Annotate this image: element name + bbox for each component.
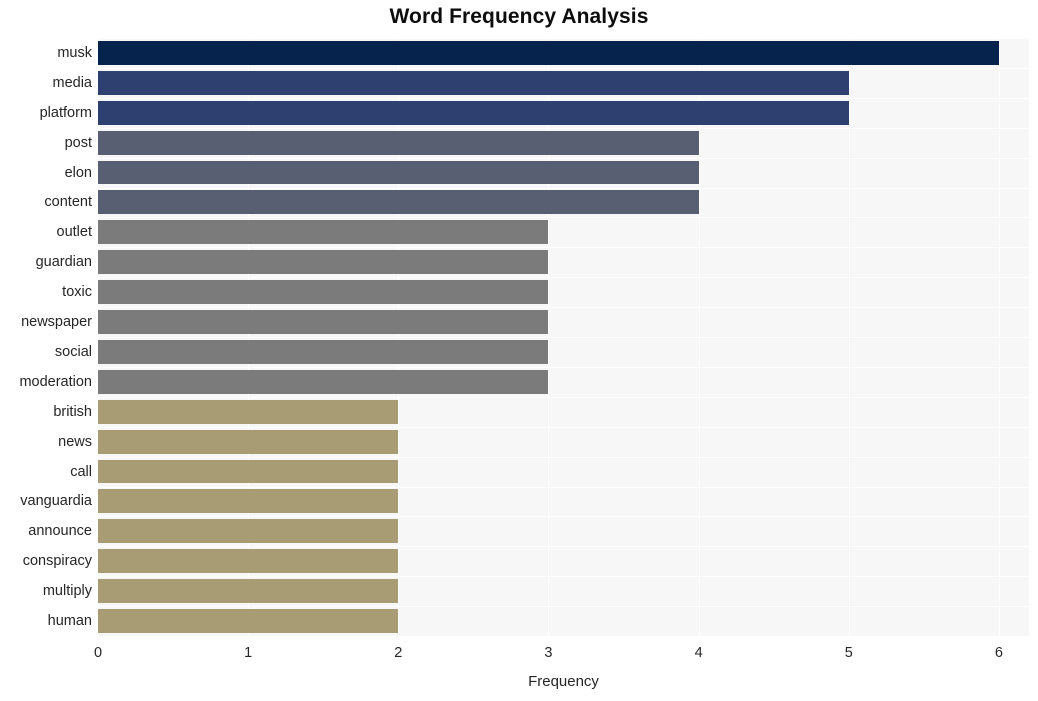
gridline-horizontal	[98, 38, 1029, 39]
y-axis-tick-label: post	[64, 134, 92, 151]
chart-title: Word Frequency Analysis	[389, 5, 649, 28]
y-axis-tick-label: media	[52, 74, 93, 91]
y-axis-tick-label: elon	[64, 164, 92, 181]
y-axis-tick-label: call	[70, 463, 92, 480]
x-axis-tick-label: 6	[994, 645, 1003, 661]
bar	[98, 429, 399, 454]
bar	[98, 250, 549, 275]
bar	[98, 40, 999, 65]
gridline-horizontal	[98, 546, 1029, 548]
y-axis-tick-label: toxic	[62, 284, 92, 301]
bar	[98, 220, 549, 245]
x-axis-tick-label: 2	[394, 645, 403, 661]
bar	[98, 310, 549, 334]
bar	[98, 579, 399, 604]
bar	[98, 609, 399, 633]
x-axis-tick-label: 0	[93, 645, 103, 661]
x-axis-tick-label: 5	[844, 645, 853, 661]
gridline-horizontal	[98, 396, 1029, 398]
bar	[98, 130, 699, 155]
bar	[98, 489, 399, 514]
gridline-horizontal	[98, 636, 1029, 637]
x-axis-tick-label: 3	[544, 645, 553, 661]
y-axis-tick-label: moderation	[19, 373, 92, 390]
y-axis-tick-label: human	[47, 613, 92, 630]
y-axis-tick-label: content	[44, 194, 92, 211]
word-frequency-chart-figure: Word Frequency Analysis musk media platfor…	[0, 0, 1038, 701]
gridline-horizontal	[98, 97, 1029, 99]
y-axis-tick-label: british	[53, 403, 92, 420]
bar	[98, 399, 399, 424]
bar	[98, 280, 549, 305]
y-axis-tick-label: conspiracy	[22, 553, 92, 570]
y-axis-tick-label: musk	[57, 44, 92, 61]
x-axis-tick-label: 1	[244, 645, 253, 661]
plot-area	[98, 38, 1029, 637]
y-axis-tick-label: announce	[28, 523, 92, 540]
bar	[98, 549, 399, 574]
gridline-horizontal	[98, 576, 1029, 578]
bar	[98, 339, 549, 364]
bar	[98, 70, 849, 95]
gridline-horizontal	[98, 217, 1029, 219]
bar	[98, 100, 849, 125]
y-axis-tick-label: guardian	[35, 254, 92, 271]
gridline-horizontal	[98, 127, 1029, 129]
bar	[98, 519, 399, 544]
gridline-horizontal	[98, 606, 1029, 608]
bar	[98, 160, 699, 185]
y-axis-tick-label: vanguardia	[20, 493, 92, 510]
gridline-horizontal	[98, 187, 1029, 189]
bar	[98, 459, 399, 484]
gridline-horizontal	[98, 247, 1029, 249]
x-axis-tick-label: 4	[694, 645, 703, 661]
bar	[98, 369, 549, 394]
gridline-horizontal	[98, 486, 1029, 488]
x-axis-title: Frequency	[528, 673, 599, 690]
gridline-horizontal	[98, 307, 1029, 309]
gridline-horizontal	[98, 157, 1029, 159]
y-axis-tick-label: news	[58, 433, 92, 450]
gridline-horizontal	[98, 456, 1029, 458]
gridline-horizontal	[98, 426, 1029, 428]
y-axis-tick-label: social	[54, 343, 92, 360]
bar	[98, 190, 699, 215]
y-axis-tick-label: outlet	[56, 224, 92, 241]
gridline-horizontal	[98, 277, 1029, 279]
gridline-horizontal	[98, 337, 1029, 338]
x-axis-tick-labels: 0 1 2 3 4 5 6	[0, 645, 1038, 669]
y-axis-tick-labels: musk media platform post elon content outlet gu…	[0, 38, 92, 636]
gridline-horizontal	[98, 67, 1029, 69]
y-axis-tick-label: multiply	[42, 583, 92, 600]
y-axis-tick-label: platform	[39, 104, 92, 121]
gridline-horizontal	[98, 516, 1029, 518]
y-axis-tick-label: newspaper	[21, 314, 92, 331]
gridline-horizontal	[98, 366, 1029, 368]
